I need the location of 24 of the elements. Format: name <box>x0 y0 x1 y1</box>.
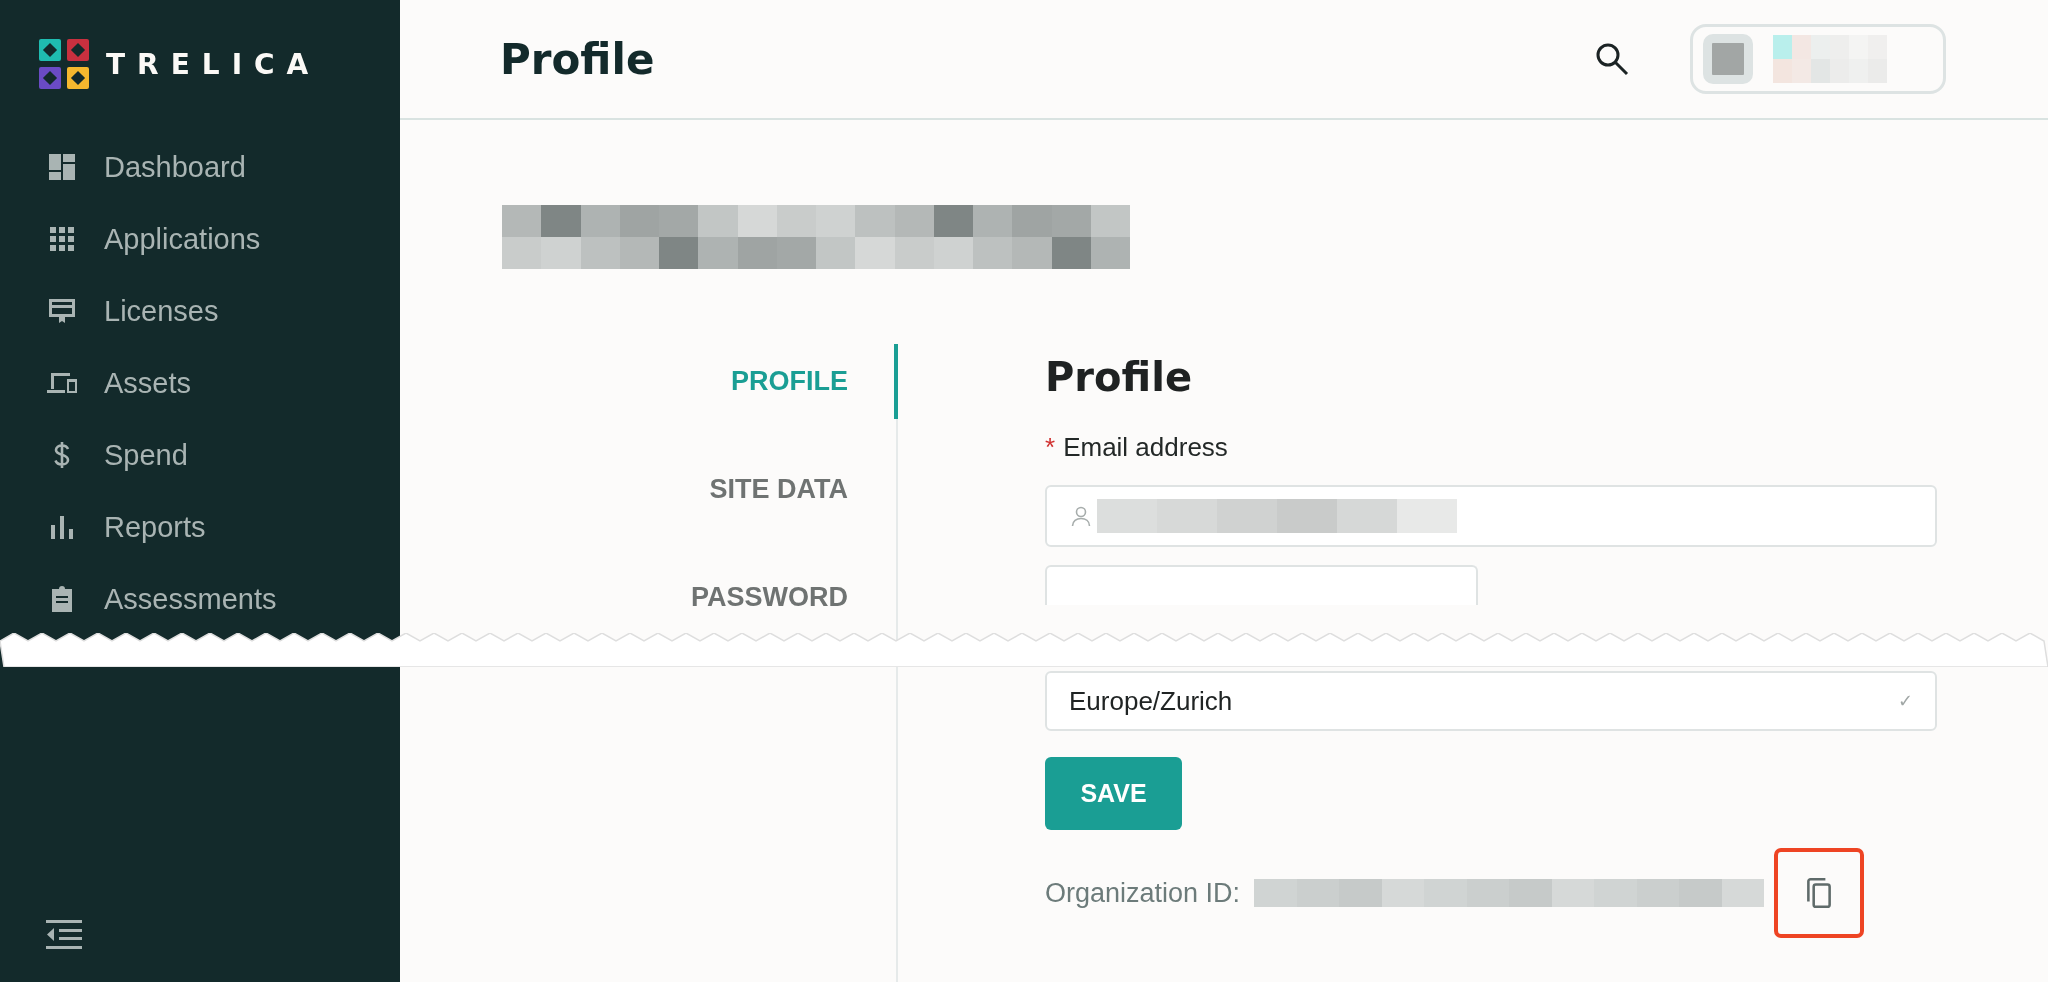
dashboard-icon <box>46 151 78 183</box>
email-field[interactable] <box>1045 485 1937 547</box>
logo-icon <box>36 36 92 92</box>
nav-item[interactable]: Licenses <box>0 281 400 341</box>
pixelated-block <box>1703 34 1753 84</box>
nav-item[interactable]: Assessments <box>0 569 400 629</box>
timezone-select[interactable]: Europe/Zurich ✓ <box>1045 671 1937 731</box>
nav-item[interactable]: Applications <box>0 209 400 269</box>
person-icon <box>1069 504 1093 528</box>
nav-item[interactable]: Dashboard <box>0 137 400 197</box>
tab[interactable]: SITE DATA <box>400 452 898 527</box>
logo-wordmark: TRELICA <box>106 47 321 81</box>
tab[interactable]: PASSWORD <box>400 560 898 635</box>
collapse-menu-icon[interactable] <box>46 918 82 950</box>
required-mark: * <box>1045 432 1056 463</box>
page-title: Profile <box>500 34 656 84</box>
nav-item[interactable]: Reports <box>0 497 400 557</box>
input-field[interactable] <box>1045 565 1478 605</box>
field-label: Email address <box>1063 432 1228 463</box>
nav-item[interactable]: Assets <box>0 353 400 413</box>
search-icon[interactable] <box>1594 41 1630 77</box>
section-heading: Profile <box>1045 353 1193 402</box>
nav-item[interactable]: Spend <box>0 425 400 485</box>
field-label: Organization ID: <box>1045 877 1241 909</box>
